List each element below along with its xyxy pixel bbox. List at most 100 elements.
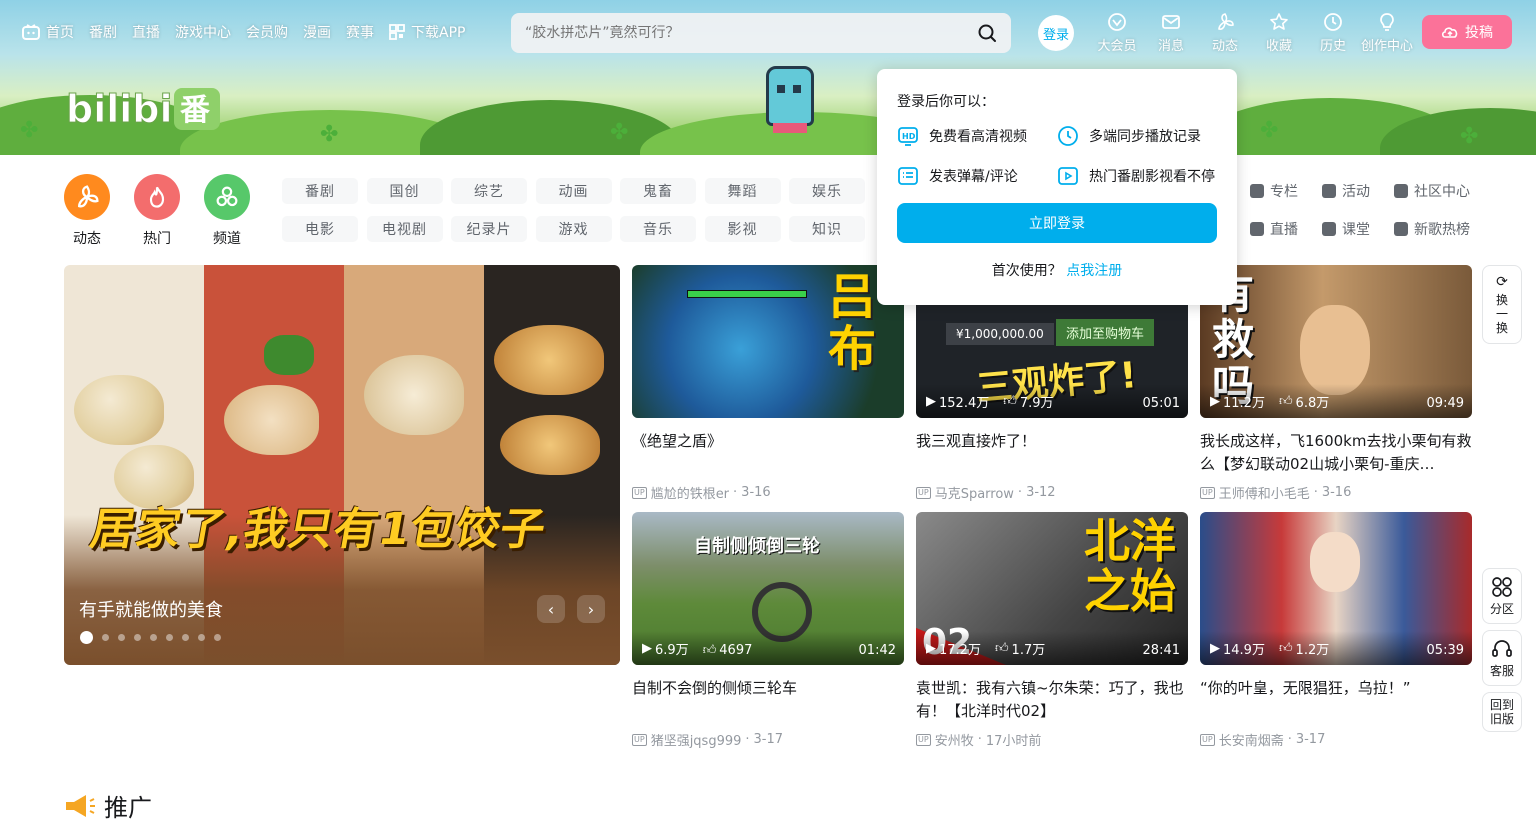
- carousel-dot[interactable]: [150, 634, 157, 641]
- category-tag[interactable]: 综艺: [451, 178, 527, 204]
- category-tag[interactable]: 动画: [535, 178, 612, 204]
- category-tag[interactable]: 国创: [366, 178, 443, 204]
- category-tag[interactable]: 番剧: [282, 178, 358, 204]
- video-title[interactable]: “你的叶皇，无限猖狂，乌拉！”: [1200, 677, 1472, 723]
- carousel-dot[interactable]: [166, 634, 173, 641]
- carousel-caption[interactable]: 有手就能做的美食: [79, 596, 223, 622]
- video-thumbnail[interactable]: 有救吗 ▶11.2万 👍︎6.8万 09:49: [1200, 265, 1472, 418]
- video-card[interactable]: 有救吗 ▶11.2万 👍︎6.8万 09:49 我长成这样，飞1600km去找小…: [1200, 265, 1472, 502]
- nav-home[interactable]: 首页: [22, 22, 74, 42]
- link-activity[interactable]: 活动: [1322, 178, 1394, 204]
- bilibili-logo[interactable]: bilibili 番: [66, 82, 226, 134]
- nav-member-shop[interactable]: 会员购: [246, 22, 288, 42]
- video-thumbnail[interactable]: 自制侧倾倒三轮 ▶ 6.9万 👍︎ 4697 01:42: [632, 512, 904, 665]
- nav-anime[interactable]: 番剧: [89, 22, 117, 42]
- nav-favorites[interactable]: 收藏: [1252, 12, 1306, 54]
- video-thumbnail[interactable]: 吕布: [632, 265, 904, 418]
- video-author[interactable]: UP 安州牧 · 17小时前: [916, 730, 1188, 749]
- link-course[interactable]: 课堂: [1322, 216, 1394, 242]
- nav-dynamic[interactable]: 动态: [1198, 12, 1252, 54]
- carousel-dot[interactable]: [134, 634, 141, 641]
- link-community[interactable]: 社区中心: [1394, 178, 1494, 204]
- video-title[interactable]: 我长成这样，飞1600km去找小栗旬有救么【梦幻联动02山城小栗旬-重庆…: [1200, 430, 1472, 476]
- play-icon: ▶: [1210, 394, 1220, 409]
- nav-download-app[interactable]: 下载APP: [389, 22, 465, 42]
- video-card[interactable]: ▶ 14.9万 👍︎ 1.2万 05:39 “你的叶皇，无限猖狂，乌拉！” UP 长安…: [1200, 512, 1472, 749]
- upload-button[interactable]: 投稿: [1422, 15, 1512, 49]
- up-icon: UP: [916, 733, 931, 746]
- search-input[interactable]: [525, 25, 977, 41]
- video-author[interactable]: UP 长安南烟斋 · 3-17: [1200, 730, 1472, 749]
- register-link[interactable]: 点我注册: [1066, 263, 1122, 279]
- video-author[interactable]: UP 猪坚强jqsg999 · 3-17: [632, 730, 904, 749]
- video-date: 3-17: [1295, 732, 1326, 747]
- nav-vip[interactable]: 大会员: [1090, 12, 1144, 54]
- carousel-prev-button[interactable]: ‹: [537, 595, 565, 623]
- nav-label: 历史: [1319, 39, 1346, 54]
- carousel-next-button[interactable]: ›: [577, 595, 605, 623]
- category-tag[interactable]: 电视剧: [366, 216, 443, 242]
- nav-esports[interactable]: 赛事: [346, 22, 374, 42]
- category-tag[interactable]: 知识: [789, 216, 865, 242]
- category-channel[interactable]: 频道: [204, 174, 250, 248]
- login-avatar[interactable]: 登录: [1038, 15, 1074, 51]
- category-dynamic[interactable]: 动态: [64, 174, 110, 248]
- link-label: 社区中心: [1414, 184, 1470, 200]
- play-count: ▶ 14.9万: [1210, 639, 1265, 658]
- star-icon: [1270, 13, 1288, 30]
- category-label: 动态: [73, 231, 101, 247]
- video-card[interactable]: 02 北洋之始 ▶17.2万 👍︎1.7万 28:41 袁世凯：我有六镇~尔朱荣…: [916, 512, 1188, 749]
- carousel-dot[interactable]: [182, 634, 189, 641]
- category-tag[interactable]: 影视: [704, 216, 781, 242]
- nav-messages[interactable]: 消息: [1144, 12, 1198, 54]
- video-card[interactable]: 自制侧倾倒三轮 ▶ 6.9万 👍︎ 4697 01:42 自制不会倒的侧倾三轮车 U…: [632, 512, 904, 749]
- carousel-dot[interactable]: [198, 634, 205, 641]
- thumb-cart-button: 添加至购物车: [1056, 319, 1155, 346]
- promo-section-header: 推广: [64, 788, 152, 823]
- video-title[interactable]: 自制不会倒的侧倾三轮车: [632, 677, 904, 723]
- category-tag[interactable]: 游戏: [535, 216, 612, 242]
- old-version-label: 回到旧版: [1489, 698, 1514, 726]
- video-author[interactable]: UP 王师傅和小毛毛 · 3-16: [1200, 483, 1472, 502]
- zone-button[interactable]: 分区: [1482, 568, 1522, 624]
- video-title[interactable]: 袁世凯：我有六镇~尔朱荣：巧了，我也有！【北洋时代02】: [916, 677, 1188, 723]
- video-thumbnail[interactable]: 02 北洋之始 ▶17.2万 👍︎1.7万 28:41: [916, 512, 1188, 665]
- play-count: ▶ 152.4万: [926, 392, 989, 411]
- carousel-dot[interactable]: [118, 634, 125, 641]
- video-date: 3-16: [741, 485, 771, 500]
- featured-carousel[interactable]: 居家了,我只有1包饺子 有手就能做的美食 ‹ ›: [64, 265, 620, 665]
- carousel-dot[interactable]: [214, 634, 221, 641]
- link-column[interactable]: 专栏: [1250, 178, 1322, 204]
- search-icon[interactable]: [977, 23, 997, 43]
- nav-live[interactable]: 直播: [132, 22, 160, 42]
- category-tag[interactable]: 舞蹈: [704, 178, 781, 204]
- category-tag[interactable]: 电影: [282, 216, 358, 242]
- category-icons: 动态 热门 频道: [64, 174, 250, 248]
- category-tag[interactable]: 音乐: [620, 216, 696, 242]
- carousel-dot[interactable]: [80, 631, 93, 644]
- category-tag[interactable]: 鬼畜: [620, 178, 696, 204]
- nav-creator-center[interactable]: 创作中心: [1360, 12, 1414, 54]
- nav-history[interactable]: 历史: [1306, 12, 1360, 54]
- video-author[interactable]: UP 尴尬的铁根er · 3-16: [632, 483, 904, 502]
- login-now-button[interactable]: 立即登录: [897, 203, 1217, 243]
- views-value: 152.4万: [939, 396, 990, 411]
- nav-manga[interactable]: 漫画: [303, 22, 331, 42]
- carousel-dot[interactable]: [102, 634, 109, 641]
- video-card[interactable]: 吕布 《绝望之盾》 UP 尴尬的铁根er · 3-16: [632, 265, 904, 502]
- category-tag[interactable]: 娱乐: [789, 178, 865, 204]
- likes-value: 4697: [719, 643, 753, 658]
- video-thumbnail[interactable]: ▶ 14.9万 👍︎ 1.2万 05:39: [1200, 512, 1472, 665]
- likes-value: 1.7万: [1011, 643, 1046, 658]
- nav-game-center[interactable]: 游戏中心: [175, 22, 231, 42]
- video-author[interactable]: UP 马克Sparrow · 3-12: [916, 483, 1188, 502]
- link-live[interactable]: 直播: [1250, 216, 1322, 242]
- old-version-button[interactable]: 回到旧版: [1482, 692, 1522, 732]
- video-title[interactable]: 《绝望之盾》: [632, 430, 904, 476]
- category-hot[interactable]: 热门: [134, 174, 180, 248]
- category-tag[interactable]: 纪录片: [451, 216, 527, 242]
- video-title[interactable]: 我三观直接炸了！: [916, 430, 1188, 476]
- link-new-songs[interactable]: 新歌热榜: [1394, 216, 1494, 242]
- customer-service-button[interactable]: 客服: [1482, 630, 1522, 686]
- refresh-button[interactable]: ⟳ 换一换: [1482, 265, 1522, 344]
